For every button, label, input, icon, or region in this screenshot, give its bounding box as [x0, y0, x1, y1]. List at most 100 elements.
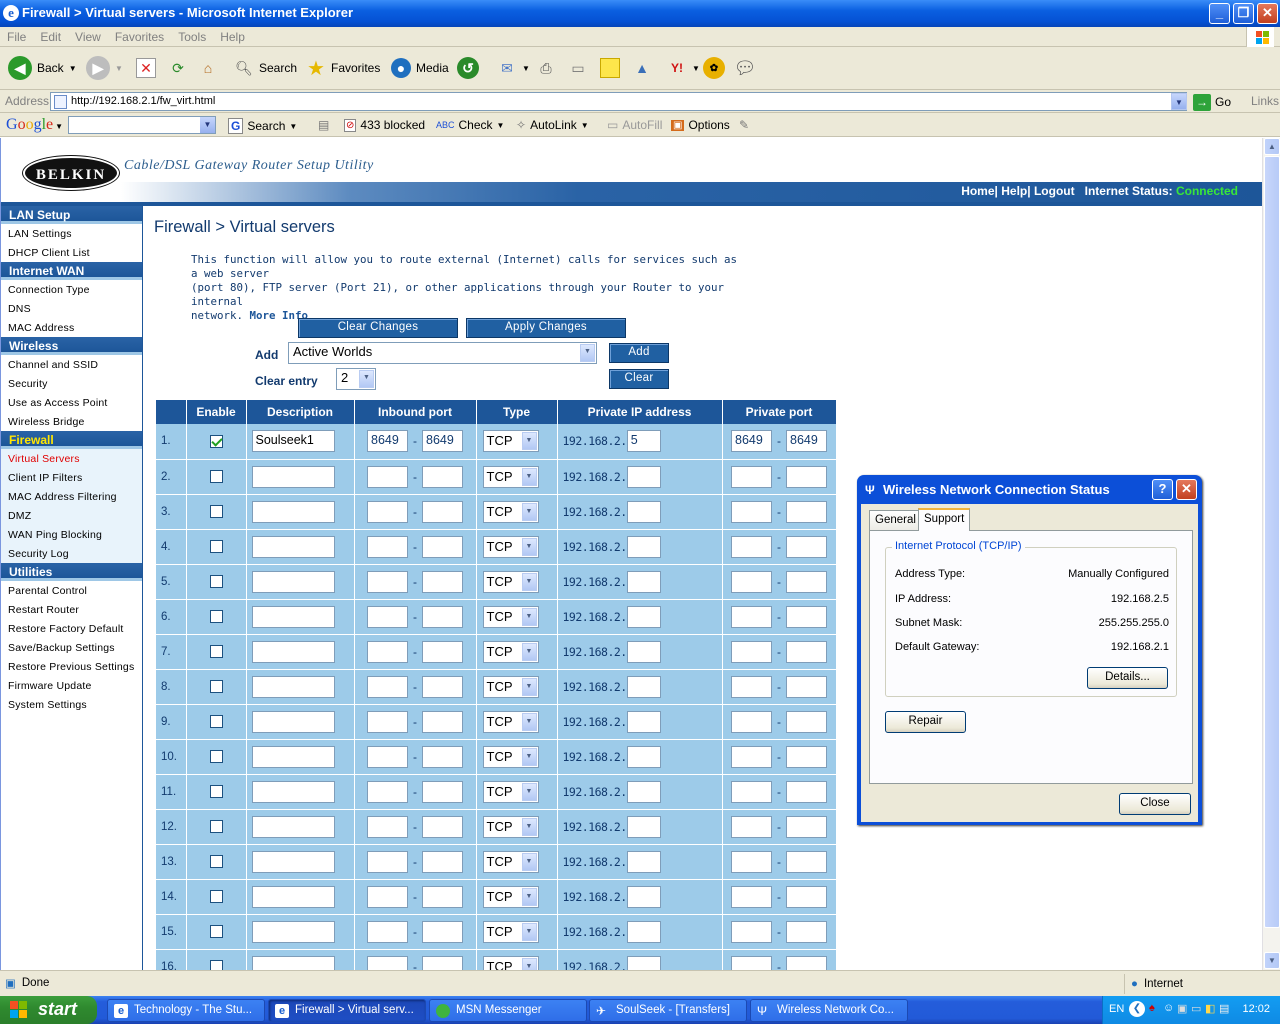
- enable-checkbox[interactable]: [209, 890, 223, 903]
- taskbar-item-soulseek[interactable]: ✈ SoulSeek - [Transfers]: [589, 999, 747, 1022]
- enable-checkbox[interactable]: [209, 540, 223, 553]
- dialog-help-button[interactable]: ?: [1152, 479, 1173, 500]
- private-port-from-input[interactable]: [731, 640, 772, 663]
- inbound-port-to-input[interactable]: [422, 955, 463, 970]
- sidebar-item-access-point[interactable]: Use as Access Point: [1, 393, 142, 412]
- sidebar-item-restart-router[interactable]: Restart Router: [1, 600, 142, 619]
- description-input[interactable]: [251, 640, 335, 663]
- inbound-port-to-input[interactable]: [422, 710, 463, 733]
- protocol-select[interactable]: TCP ▼: [482, 640, 539, 663]
- inbound-port-to-input[interactable]: [422, 570, 463, 593]
- private-port-from-input[interactable]: [731, 500, 772, 523]
- protocol-select[interactable]: TCP ▼: [482, 920, 539, 943]
- enable-checkbox[interactable]: [209, 785, 223, 798]
- menu-file[interactable]: File: [0, 27, 33, 47]
- inbound-port-from-input[interactable]: [367, 465, 408, 488]
- private-ip-input[interactable]: [626, 675, 661, 698]
- private-ip-input[interactable]: [626, 850, 661, 873]
- enable-checkbox[interactable]: [209, 855, 223, 868]
- inbound-port-from-input[interactable]: [367, 885, 408, 908]
- sidebar-item-security[interactable]: Security: [1, 374, 142, 393]
- sidebar-item-dhcp-client-list[interactable]: DHCP Client List: [1, 243, 142, 262]
- wireless-status-dialog[interactable]: Ψ Wireless Network Connection Status ? ✕…: [857, 475, 1202, 825]
- maximize-button[interactable]: ❐: [1233, 3, 1254, 24]
- private-port-from-input[interactable]: [731, 570, 772, 593]
- inbound-port-from-input[interactable]: [367, 710, 408, 733]
- minimize-button[interactable]: _: [1209, 3, 1230, 24]
- private-port-from-input[interactable]: [731, 710, 772, 733]
- sidebar-item-mac-address[interactable]: MAC Address: [1, 318, 142, 337]
- tray-people-icon[interactable]: ☺: [1163, 1002, 1174, 1014]
- discuss-button[interactable]: [600, 55, 620, 81]
- edit-button[interactable]: ▭: [568, 55, 588, 81]
- private-port-to-input[interactable]: [786, 570, 827, 593]
- private-port-to-input[interactable]: [786, 465, 827, 488]
- inbound-port-from-input[interactable]: [367, 920, 408, 943]
- close-window-button[interactable]: ✕: [1257, 3, 1278, 24]
- sidebar-item-client-ip-filters[interactable]: Client IP Filters: [1, 468, 142, 487]
- sidebar-item-parental-control[interactable]: Parental Control: [1, 581, 142, 600]
- go-button[interactable]: → Go: [1193, 93, 1231, 111]
- private-port-to-input[interactable]: [786, 850, 827, 873]
- options-button[interactable]: ▣ Options: [671, 118, 730, 132]
- private-port-from-input[interactable]: [731, 675, 772, 698]
- protocol-select[interactable]: TCP ▼: [482, 815, 539, 838]
- autolink-button[interactable]: ✧ AutoLink ▼: [516, 118, 589, 132]
- apply-changes-button[interactable]: Apply Changes: [466, 318, 626, 338]
- enable-checkbox[interactable]: [209, 610, 223, 623]
- google-search-dropdown-icon[interactable]: ▼: [200, 117, 215, 133]
- private-ip-input[interactable]: [626, 640, 661, 663]
- links-button[interactable]: Links: [1251, 94, 1279, 108]
- private-port-from-input[interactable]: [731, 885, 772, 908]
- private-ip-input[interactable]: [626, 780, 661, 803]
- print-button[interactable]: ⎙: [536, 55, 556, 81]
- taskbar-item-wireless[interactable]: Ψ Wireless Network Co...: [750, 999, 908, 1022]
- sidebar-item-mac-filtering[interactable]: MAC Address Filtering: [1, 487, 142, 506]
- back-button[interactable]: ◀ Back ▼: [8, 55, 77, 81]
- inbound-port-to-input[interactable]: [422, 465, 463, 488]
- vertical-scrollbar[interactable]: ▲ ▼: [1262, 138, 1280, 970]
- inbound-port-from-input[interactable]: [367, 605, 408, 628]
- private-ip-input[interactable]: [626, 535, 661, 558]
- enable-checkbox[interactable]: [209, 820, 223, 833]
- description-input[interactable]: [251, 570, 335, 593]
- private-port-to-input[interactable]: [786, 780, 827, 803]
- popup-blocker-button[interactable]: ⊘ 433 blocked: [344, 118, 425, 132]
- private-port-from-input[interactable]: [731, 920, 772, 943]
- inbound-port-to-input[interactable]: [422, 885, 463, 908]
- private-ip-input[interactable]: [626, 500, 661, 523]
- inbound-port-from-input[interactable]: [367, 780, 408, 803]
- protocol-select[interactable]: TCP ▼: [482, 745, 539, 768]
- home-link[interactable]: Home: [961, 184, 994, 198]
- inbound-port-from-input[interactable]: 8649: [367, 430, 408, 453]
- spell-check-button[interactable]: ABC Check ▼: [436, 118, 504, 132]
- taskbar-item-msn[interactable]: MSN Messenger: [429, 999, 587, 1022]
- sidebar-item-dmz[interactable]: DMZ: [1, 506, 142, 525]
- inbound-port-to-input[interactable]: [422, 640, 463, 663]
- description-input[interactable]: [251, 815, 335, 838]
- protocol-select[interactable]: TCP ▼: [482, 710, 539, 733]
- description-input[interactable]: [251, 780, 335, 803]
- sidebar-item-connection-type[interactable]: Connection Type: [1, 280, 142, 299]
- inbound-port-from-input[interactable]: [367, 675, 408, 698]
- private-port-from-input[interactable]: [731, 605, 772, 628]
- protocol-select[interactable]: TCP ▼: [482, 500, 539, 523]
- forward-button[interactable]: ▶ ▼: [86, 55, 123, 81]
- inbound-port-from-input[interactable]: [367, 815, 408, 838]
- protocol-select[interactable]: TCP ▼: [482, 675, 539, 698]
- search-button[interactable]: 🔍︎ Search: [234, 55, 297, 81]
- details-button[interactable]: Details...: [1087, 667, 1168, 689]
- inbound-port-from-input[interactable]: [367, 640, 408, 663]
- protocol-select[interactable]: TCP ▼: [482, 955, 539, 970]
- enable-checkbox[interactable]: [209, 750, 223, 763]
- google-search-button[interactable]: G Search ▼: [228, 118, 297, 134]
- private-port-to-input[interactable]: [786, 920, 827, 943]
- tray-monitor-icon[interactable]: ▭: [1191, 1002, 1201, 1015]
- tray-network-icon[interactable]: ▣: [1177, 1002, 1187, 1015]
- menu-tools[interactable]: Tools: [171, 27, 213, 47]
- sidebar-item-firmware-update[interactable]: Firmware Update: [1, 676, 142, 695]
- addon-button[interactable]: ✿: [703, 55, 725, 81]
- sidebar-item-wireless-bridge[interactable]: Wireless Bridge: [1, 412, 142, 431]
- private-ip-input[interactable]: [626, 815, 661, 838]
- inbound-port-to-input[interactable]: [422, 535, 463, 558]
